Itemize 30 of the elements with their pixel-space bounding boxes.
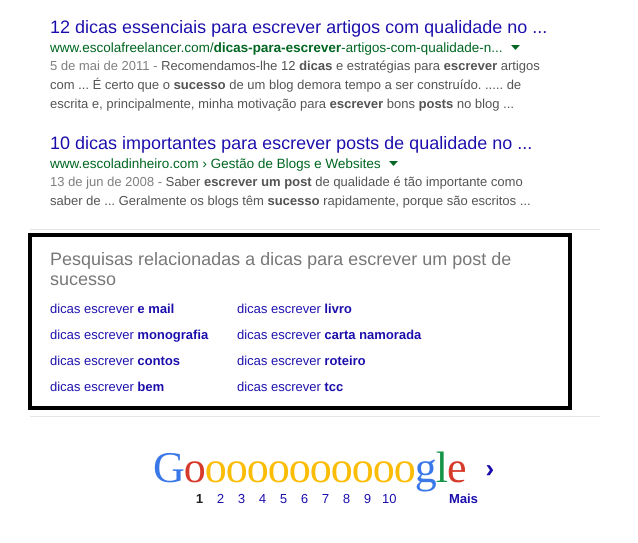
page-number-link[interactable]: 6 [298,491,311,506]
more-link[interactable]: Mais [449,491,478,506]
result-url: www.escolafreelancer.com/dicas-para-escrever-artigos-com-qualidade-n... [50,40,502,54]
result-title[interactable]: 12 dicas essenciais para escrever artigos com qualidade no ... [50,16,548,38]
related-search-link[interactable]: dicas escrever livro [237,299,422,318]
result-title[interactable]: 10 dicas importantes para escrever posts de qualidade no ... [50,132,532,154]
page-number-link[interactable]: 9 [361,491,374,506]
caret-icon[interactable] [388,160,398,166]
related-search-link[interactable]: dicas escrever contos [50,351,220,370]
page-number-link[interactable]: 2 [214,491,227,506]
page-number-link[interactable]: 1 [193,491,206,506]
page-number-link[interactable]: 10 [382,491,395,506]
related-search-link[interactable]: dicas escrever e mail [50,299,220,318]
page-number-link[interactable]: 3 [235,491,248,506]
related-search-link[interactable]: dicas escrever roteiro [237,351,422,370]
related-search-link[interactable]: dicas escrever carta namorada [237,325,422,344]
page-number-link[interactable]: 5 [277,491,290,506]
next-page-link[interactable]: › [486,452,494,484]
result-snippet: 13 de jun de 2008 - Saber escrever um post de qualidade é tão importante como saber de ... Geralmente os blogs têm sucesso rapidamente, porque são escritos ... [50,173,532,210]
result-url: www.escoladinheiro.com › Gestão de Blogs e Websites [50,156,381,170]
related-heading: Pesquisas relacionadas a dicas para escrever um post de sucesso [50,249,512,289]
related-search-link[interactable]: dicas escrever monografia [50,325,220,344]
caret-icon[interactable] [510,44,520,50]
result-snippet: 5 de mai de 2011 - Recomendamos-lhe 12 dicas e estratégias para escrever artigos com ... É certo que o sucesso de um blog demora tempo a ser construído. ..... de escrita e, principalmente, minha motivação para escrever bons posts no blog ... [50,57,541,113]
page-number-link[interactable]: 7 [319,491,332,506]
related-search-link[interactable]: dicas escrever bem [50,377,220,396]
related-search-link[interactable]: dicas escrever tcc [237,377,422,396]
page-number-link[interactable]: 4 [256,491,269,506]
logo: Gooooooooooogle [153,445,466,491]
page-number-link[interactable]: 8 [340,491,353,506]
